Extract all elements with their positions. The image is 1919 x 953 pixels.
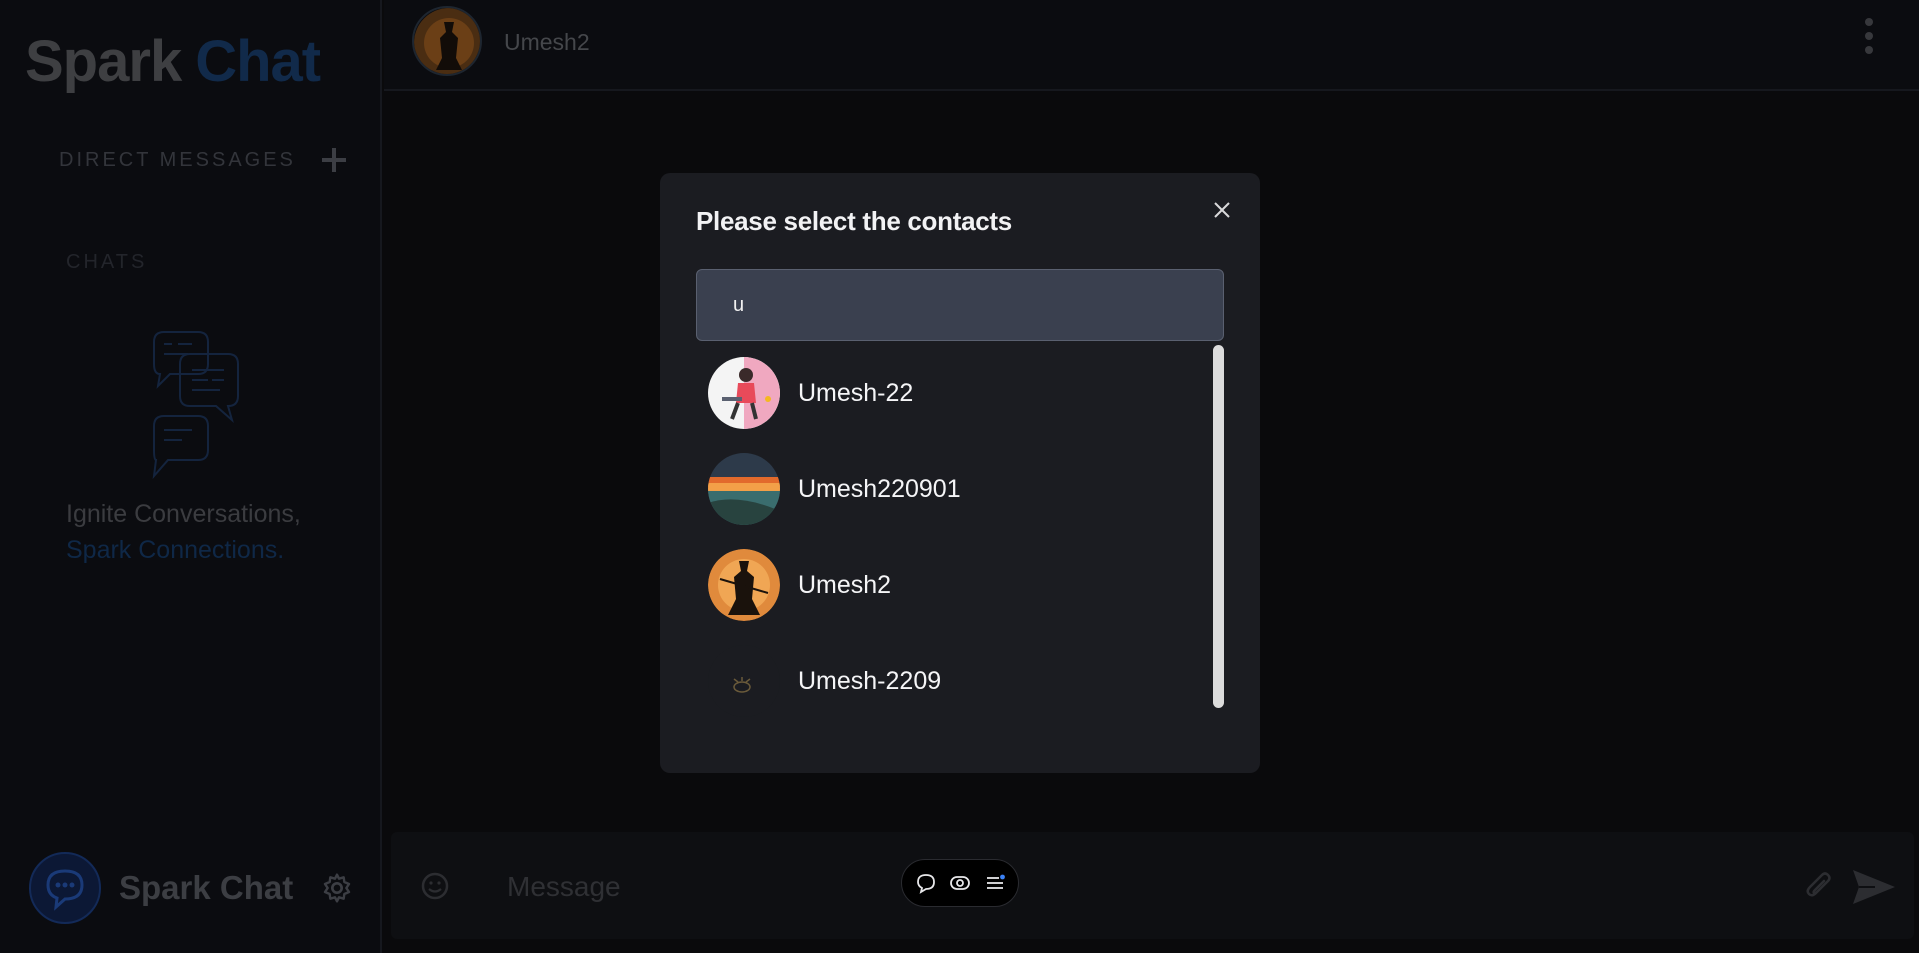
list-menu-icon[interactable] — [984, 872, 1006, 894]
message-composer — [391, 832, 1914, 939]
emoji-icon[interactable] — [419, 870, 451, 902]
tagline-line-2: Spark Connections. — [66, 536, 285, 564]
tagline: Ignite Conversations, Spark Connections. — [66, 496, 301, 568]
chat-logo-icon — [46, 869, 84, 911]
paperclip-icon[interactable] — [1801, 868, 1837, 904]
logo-chat: Chat — [195, 29, 321, 94]
direct-messages-label: DIRECT MESSAGES — [59, 148, 296, 171]
contact-name: Umesh220901 — [798, 474, 961, 503]
samurai-avatar-icon — [414, 8, 480, 74]
close-icon[interactable] — [1211, 199, 1233, 221]
chat-bubble-icon[interactable] — [915, 872, 937, 894]
chat-header: Umesh2 — [384, 0, 1919, 91]
dialog-title: Please select the contacts — [696, 206, 1012, 236]
contact-name: Umesh-22 — [798, 378, 914, 407]
floating-toolbar — [901, 859, 1019, 907]
sunset-avatar-icon — [708, 453, 780, 525]
contact-search-input[interactable] — [696, 269, 1224, 341]
app-logo: Spark Chat — [25, 28, 321, 95]
contact-avatar — [708, 357, 780, 429]
footer-app-name: Spark Chat — [119, 869, 294, 906]
select-contacts-dialog: Please select the contacts Umesh-22 — [660, 173, 1260, 773]
contact-avatar — [708, 453, 780, 525]
plus-icon[interactable] — [321, 148, 346, 172]
gear-icon[interactable] — [321, 872, 353, 904]
contact-item[interactable]: Umesh220901 — [696, 441, 1206, 537]
chats-label: CHATS — [66, 251, 148, 273]
app-avatar[interactable] — [29, 852, 101, 924]
contact-avatar — [708, 549, 780, 621]
kebab-icon[interactable] — [1863, 18, 1875, 60]
contact-name: Umesh2 — [504, 29, 590, 55]
sidebar: Spark Chat DIRECT MESSAGES CHATS Ignite C… — [0, 0, 382, 953]
contact-list: Umesh-22 Umesh220901 Umesh2 Umesh-2209 — [696, 345, 1206, 729]
direct-messages-section: DIRECT MESSAGES — [59, 148, 346, 172]
contact-item[interactable]: Umesh-22 — [696, 345, 1206, 441]
logo-spark: Spark — [25, 29, 182, 94]
contact-item[interactable]: Umesh-2209 — [696, 633, 1206, 729]
samurai-avatar-icon — [708, 549, 780, 621]
contact-list-scrollbar[interactable] — [1213, 345, 1224, 708]
contact-avatar — [708, 645, 780, 717]
illustration-avatar-icon — [708, 357, 780, 429]
chat-bubbles-illustration — [152, 331, 239, 480]
tagline-line-1: Ignite Conversations, — [66, 500, 301, 528]
send-icon[interactable] — [1851, 866, 1897, 908]
contact-name: Umesh-2209 — [798, 666, 942, 695]
message-input[interactable] — [505, 862, 1659, 912]
contact-avatar[interactable] — [412, 6, 482, 76]
contact-item[interactable]: Umesh2 — [696, 537, 1206, 633]
dark-avatar-icon — [708, 645, 780, 717]
contact-name: Umesh2 — [798, 570, 892, 599]
eye-toggle-icon[interactable] — [949, 872, 971, 894]
sidebar-footer: Spark Chat — [29, 852, 353, 924]
